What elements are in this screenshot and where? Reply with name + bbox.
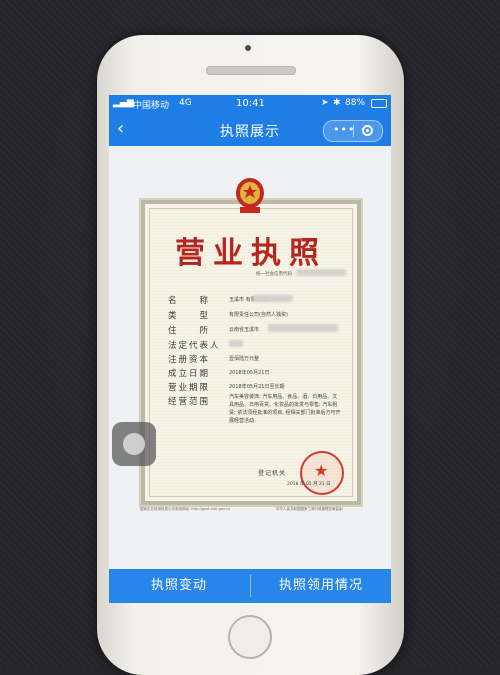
bluetooth-icon: ✱ <box>333 98 341 108</box>
footer-url: 国家企业信用信息公示系统网址: http://gsxt.saic.gov.cn <box>140 507 231 511</box>
row-name: 名 称 <box>168 296 211 306</box>
close-target-icon[interactable] <box>362 125 373 136</box>
status-time: 10:41 <box>236 98 265 109</box>
row-scope: 经营范围 <box>168 397 211 407</box>
certificate-title: 营业执照 <box>175 236 327 271</box>
national-emblem-icon <box>236 178 264 213</box>
miniprogram-capsule[interactable]: ••• <box>323 120 383 142</box>
row-established: 成立日期 <box>168 369 211 379</box>
row-type: 类 型 <box>168 311 211 321</box>
battery-percent: 88% <box>345 98 366 108</box>
network-label: 4G <box>179 98 192 108</box>
credit-code-label: 统一社会信用代码 <box>256 272 292 277</box>
row-term: 营业期限 <box>168 383 211 393</box>
battery-icon <box>371 99 387 108</box>
official-seal-stamp <box>300 451 344 495</box>
assistive-touch-button[interactable] <box>112 422 156 466</box>
license-change-button[interactable]: 执照变动 <box>109 569 249 603</box>
signal-icon: ▂▄▆ <box>113 98 134 108</box>
carrier-label: 中国移动 <box>133 101 170 111</box>
registration-date: 2018 年 05 月 21 日 <box>287 482 331 487</box>
earpiece-speaker <box>206 66 296 75</box>
status-bar: ▂▄▆ 中国移动 4G 10:41 ➤ ✱ 88% <box>109 95 391 113</box>
row-legal-rep: 法定代表人 <box>168 341 221 351</box>
redacted-credit-code <box>296 269 346 276</box>
location-arrow-icon: ➤ <box>321 98 329 108</box>
redacted-company-name <box>253 295 293 302</box>
value-address: 云南省玉溪市 <box>229 327 260 333</box>
front-camera <box>245 45 251 51</box>
redacted-address <box>268 324 338 332</box>
nav-bar: ‹ 执照展示 ••• <box>109 113 391 146</box>
footer-supervisor: 中华人民共和国国家工商行政管理总局监制 <box>276 507 343 511</box>
value-scope: 汽车美容装饰; 汽车用品、食品、酒、日用品、文具用品、日用百货、化妆品的批发与零… <box>229 394 341 424</box>
value-term: 2018年05月21日至长期 <box>229 384 285 390</box>
redacted-legal-rep <box>229 340 243 347</box>
capsule-divider <box>353 125 354 137</box>
value-type: 有限责任公司(自然人独资) <box>229 312 288 318</box>
registrar-label: 登记机关 <box>258 470 287 477</box>
value-established: 2018年05月21日 <box>229 370 270 376</box>
home-button[interactable] <box>228 615 272 659</box>
row-capital: 注册资本 <box>168 355 211 365</box>
value-capital: 壹佰陆万元整 <box>229 356 260 362</box>
bottom-action-bar: 执照变动 执照领用情况 <box>109 569 391 603</box>
row-address: 住 所 <box>168 326 211 336</box>
license-usage-button[interactable]: 执照领用情况 <box>251 569 391 603</box>
